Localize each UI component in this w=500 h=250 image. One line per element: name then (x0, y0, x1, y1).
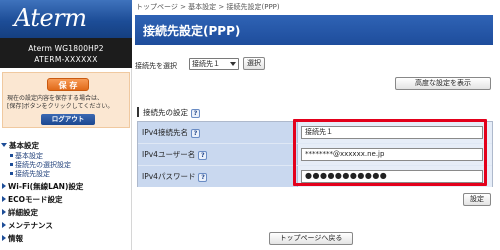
chevron-right-icon (2, 196, 6, 202)
subnav-item-connection-select[interactable]: 接続先の選択設定 (10, 160, 71, 169)
show-advanced-button[interactable]: 高度な設定を表示 (395, 77, 491, 90)
chevron-down-icon (1, 143, 7, 147)
logout-button[interactable]: ログアウト (41, 114, 95, 125)
subnav-item-basic[interactable]: 基本設定 (10, 151, 43, 160)
nav-item-advanced[interactable]: 詳細設定 (0, 207, 38, 217)
highlight-frame (293, 119, 487, 186)
bullet-icon (10, 163, 13, 166)
section-title: 接続先の設定 (143, 108, 188, 117)
bullet-icon (10, 154, 13, 157)
help-icon[interactable]: ? (190, 129, 200, 138)
connection-select-value: 接続先１ (192, 60, 220, 68)
save-button[interactable]: 保 存 (47, 78, 89, 91)
section-heading: 接続先の設定? (137, 107, 200, 118)
save-note: 現在の設定内容を保存する場合は、 [保存]ボタンをクリックしてください。 (7, 95, 127, 111)
row-label: IPv4接続先名? (138, 122, 298, 143)
connection-select-label: 接続先を選択 (135, 62, 177, 70)
chevron-right-icon (2, 209, 6, 215)
save-panel: 保 存 現在の設定内容を保存する場合は、 [保存]ボタンをクリックしてください。… (2, 72, 130, 128)
nav-item-info[interactable]: 情報 (0, 233, 23, 243)
subnav-item-connection-settings[interactable]: 接続先設定 (10, 169, 50, 178)
nav-item-maintenance[interactable]: メンテナンス (0, 220, 53, 230)
help-icon[interactable]: ? (198, 173, 208, 182)
sidebar: Aterm Aterm WG1800HP2 ATERM-XXXXXX 保 存 現… (0, 0, 132, 250)
save-note-line2: [保存]ボタンをクリックしてください。 (7, 103, 114, 110)
select-button[interactable]: 選択 (243, 57, 265, 70)
chevron-right-icon (2, 235, 6, 241)
nav-item-eco[interactable]: ECOモード設定 (0, 194, 63, 204)
row-label: IPv4パスワード? (138, 166, 298, 187)
row-label: IPv4ユーザー名? (138, 144, 298, 165)
aterm-logo: Aterm (14, 4, 87, 32)
help-icon[interactable]: ? (198, 151, 208, 160)
connection-select[interactable]: 接続先１ (189, 58, 239, 70)
bullet-icon (10, 172, 13, 175)
nav-item-basic[interactable]: 基本設定 (0, 140, 39, 150)
save-note-line1: 現在の設定内容を保存する場合は、 (7, 95, 104, 102)
model-info: Aterm WG1800HP2 ATERM-XXXXXX (0, 38, 132, 68)
set-button[interactable]: 設定 (463, 193, 491, 206)
model-id: ATERM-XXXXXX (34, 55, 98, 64)
help-icon[interactable]: ? (191, 109, 200, 118)
nav-item-wifi[interactable]: Wi-Fi(無線LAN)設定 (0, 181, 83, 191)
chevron-right-icon (2, 183, 6, 189)
chevron-down-icon (230, 62, 236, 66)
back-to-top-button[interactable]: トップページへ戻る (269, 232, 353, 245)
breadcrumb[interactable]: トップページ > 基本設定 > 接続先設定(PPP) (136, 2, 280, 12)
title-bar: 接続先設定(PPP) (135, 15, 493, 45)
page-title: 接続先設定(PPP) (143, 24, 241, 38)
logo-area: Aterm (0, 0, 132, 38)
chevron-right-icon (2, 222, 6, 228)
model-name: Aterm WG1800HP2 (28, 44, 104, 53)
